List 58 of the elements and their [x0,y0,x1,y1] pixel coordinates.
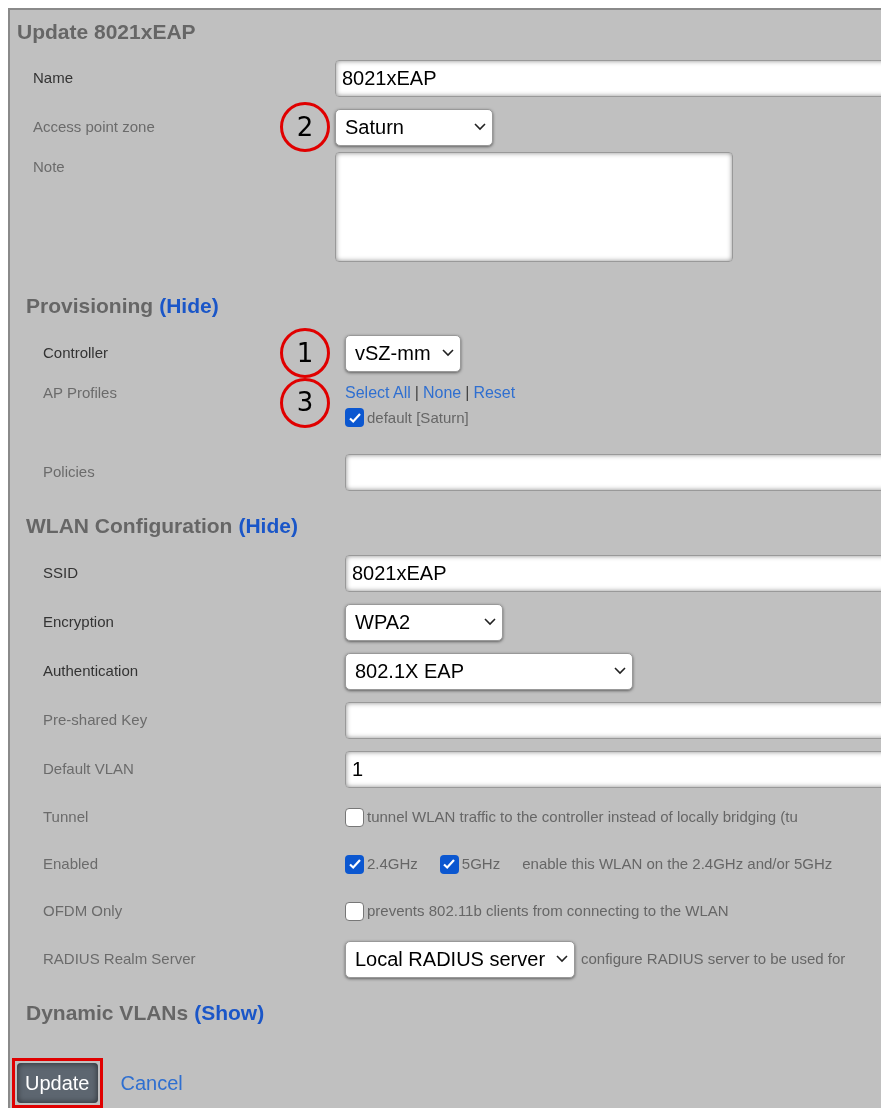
field-label: Controller [43,342,110,363]
field-label: OFDM Only [43,900,124,921]
text-field[interactable] [345,701,881,739]
note-field[interactable] [335,151,733,262]
checkbox[interactable] [439,854,459,874]
field-label: Pre-shared Key [43,709,149,730]
field-label: Name [33,67,74,88]
callout-marker: 2 [280,102,330,152]
field-label: Access point zone [33,116,156,137]
field-label: AP Profiles [43,382,118,403]
callout-marker: 1 [280,328,330,378]
checkbox-label: default [Saturn] [367,407,469,428]
field-label: Note [33,156,66,177]
field-label: Authentication [43,660,140,681]
field-label: Policies [43,461,96,482]
text-field[interactable]: 8021xEAP [335,59,881,97]
chevron-down-icon [484,618,496,626]
chevron-down-icon [556,955,568,963]
checkmark-icon [347,857,362,871]
chevron-down-icon [474,123,486,131]
hint-text: enable this WLAN on the 2.4GHz and/or 5GHz [522,853,833,874]
checkbox-label: 2.4GHz [367,853,418,874]
dropdown[interactable]: Local RADIUS server [345,940,575,978]
checkbox-label: prevents 802.11b clients from connecting to the WLAN [367,900,729,921]
field-label: SSID [43,562,79,583]
checkbox[interactable] [345,901,364,921]
hint-text: configure RADIUS server to be used for [581,948,846,969]
chevron-down-icon [614,667,626,675]
checkbox[interactable] [345,854,364,874]
field-label: Default VLAN [43,758,135,779]
chevron-down-icon [442,349,454,357]
toggle-link[interactable]: (Hide) [159,289,219,322]
field-label: Encryption [43,611,115,632]
section-title: Provisioning [26,292,154,319]
checkbox[interactable] [345,807,364,827]
update-button[interactable]: Update [17,1062,98,1103]
text-field[interactable]: 8021xEAP [345,554,881,592]
callout-marker: 3 [280,377,330,428]
text-field[interactable]: 1 [345,750,881,788]
dropdown[interactable]: vSZ-mm [345,334,461,372]
separator: | [465,382,470,403]
text-field[interactable] [345,453,881,491]
dropdown[interactable]: WPA2 [345,603,503,641]
toggle-link[interactable]: (Hide) [238,509,298,542]
field-label: Enabled [43,853,100,874]
dropdown[interactable]: 802.1X EAP [345,652,633,690]
separator: | [414,382,419,403]
toggle-link[interactable]: (Show) [194,996,265,1029]
section-title: Dynamic VLANs [26,999,189,1026]
checkbox-label: 5GHz [461,853,501,874]
field-label: RADIUS Realm Server [43,948,197,969]
checkmark-icon [442,857,457,871]
field-label: Tunnel [43,806,90,827]
checkbox-label: tunnel WLAN traffic to the controller instead of locally bridging (tu [367,806,798,827]
form-title: Update 8021xEAP [16,19,197,45]
section-title: WLAN Configuration [26,512,233,539]
checkbox[interactable] [345,408,364,428]
dropdown[interactable]: Saturn [335,108,493,146]
